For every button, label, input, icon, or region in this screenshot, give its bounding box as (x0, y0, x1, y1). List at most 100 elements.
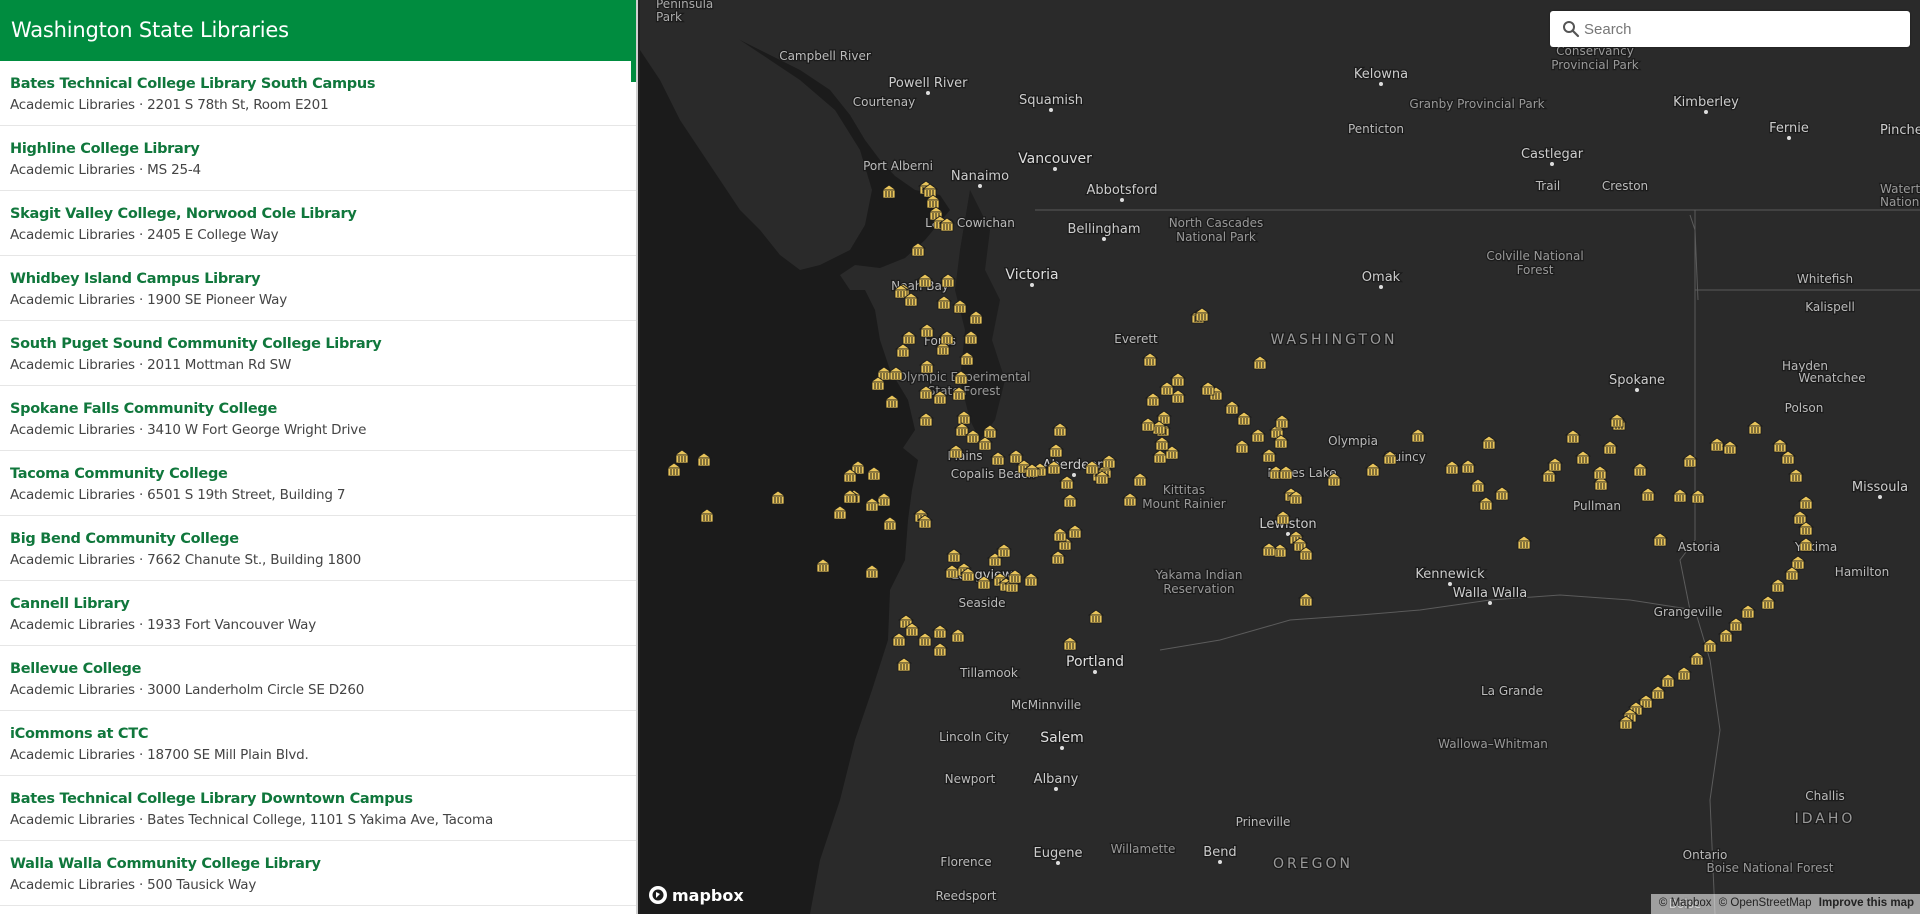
place-label: OREGON (1273, 856, 1353, 872)
place-label: Kimberley (1673, 95, 1739, 110)
place-dot (1120, 198, 1124, 202)
library-marker-icon[interactable] (863, 497, 881, 512)
library-marker-icon[interactable] (880, 184, 898, 199)
listing-item[interactable]: South Puget Sound Community College Libr… (0, 321, 636, 386)
library-marker-icon[interactable] (695, 452, 713, 467)
library-marker-icon[interactable] (875, 492, 893, 507)
place-label: Colville National (1486, 249, 1583, 263)
place-label: Whitefish (1797, 272, 1853, 286)
place-label: Pullman (1573, 499, 1621, 513)
listing-item[interactable]: iCommons at CTC Academic Libraries · 1870… (0, 711, 636, 776)
geocoder-search[interactable] (1550, 11, 1910, 47)
place-dot (1049, 108, 1053, 112)
place-label: Lincoln City (939, 730, 1009, 744)
place-dot (1056, 861, 1060, 865)
place-dot (1379, 82, 1383, 86)
place-dot (1072, 473, 1076, 477)
map-canvas[interactable]: PeninsulaParkCampbell RiverPowell RiverS… (640, 0, 1920, 914)
listing-item[interactable]: Walla Walla Community College Library Aca… (0, 841, 636, 906)
place-dot (1704, 110, 1708, 114)
listing-title-link[interactable]: Cannell Library (10, 594, 636, 614)
attribution-osm[interactable]: © OpenStreetMap (1719, 897, 1812, 909)
place-label: Spokane (1609, 373, 1665, 388)
attribution-mapbox[interactable]: © Mapbox (1659, 897, 1712, 909)
listing-item[interactable]: Bates Technical College Library Downtown… (0, 776, 636, 841)
place-dot (1093, 670, 1097, 674)
place-label: Boise National Forest (1706, 861, 1833, 875)
listing-details: Academic Libraries · 7662 Chanute St., B… (10, 552, 362, 568)
listing-details: Academic Libraries · 6501 S 19th Street,… (10, 487, 346, 503)
place-dot (1218, 860, 1222, 864)
place-label: Albany (1034, 772, 1079, 787)
library-marker-icon[interactable] (673, 449, 691, 464)
listing-item[interactable]: Whidbey Island Campus Library Academic Li… (0, 256, 636, 321)
place-label: National Par (1880, 195, 1920, 209)
listing-title-link[interactable]: Walla Walla Community College Library (10, 854, 636, 874)
listing-title-link[interactable]: Skagit Valley College, Norwood Cole Libr… (10, 204, 636, 224)
listing-title-link[interactable]: iCommons at CTC (10, 724, 636, 744)
listing-details: Academic Libraries · 1933 Fort Vancouver… (10, 617, 317, 633)
place-label: Walla Walla (1453, 586, 1528, 601)
place-label: Park (656, 10, 682, 24)
listing-details: Academic Libraries · 2011 Mottman Rd SW (10, 357, 292, 373)
library-marker-icon[interactable] (863, 564, 881, 579)
place-dot (1635, 388, 1639, 392)
listing-details: Academic Libraries · Bates Technical Col… (10, 812, 494, 828)
listing-title-link[interactable]: Whidbey Island Campus Library (10, 269, 636, 289)
place-label: Victoria (1005, 267, 1058, 283)
library-marker-icon[interactable] (769, 490, 787, 505)
listing-item[interactable]: Tacoma Community College Academic Librari… (0, 451, 636, 516)
improve-map-link[interactable]: Improve this map (1819, 897, 1914, 909)
place-label: Kalispell (1805, 300, 1855, 314)
library-marker-icon[interactable] (831, 505, 849, 520)
place-dot (1054, 787, 1058, 791)
listing-item[interactable]: Big Bend Community College Academic Libra… (0, 516, 636, 581)
mapbox-logo[interactable]: mapbox (648, 884, 744, 906)
listing-details: Academic Libraries · 3410 W Fort George … (10, 422, 367, 438)
library-marker-icon[interactable] (865, 466, 883, 481)
map-attribution: © Mapbox © OpenStreetMap Improve this ma… (1650, 894, 1920, 914)
listing-title-link[interactable]: Spokane Falls Community College (10, 399, 636, 419)
listing-title-link[interactable]: South Puget Sound Community College Libr… (10, 334, 636, 354)
sidebar: Washington State Libraries Bates Technic… (0, 0, 638, 914)
listing-title-link[interactable]: Bellevue College (10, 659, 636, 679)
listing-title-link[interactable]: Bates Technical College Library South Ca… (10, 74, 636, 94)
listing-item[interactable]: Spokane Falls Community College Academic … (0, 386, 636, 451)
library-marker-icon[interactable] (665, 462, 683, 477)
place-label: Bend (1203, 845, 1236, 860)
library-marker-icon[interactable] (814, 558, 832, 573)
listing-title-link[interactable]: Bates Technical College Library Downtown… (10, 789, 636, 809)
land-area (700, 0, 1920, 914)
listings[interactable]: Bates Technical College Library South Ca… (0, 61, 636, 914)
place-label: Trail (1535, 179, 1561, 193)
listing-item[interactable]: Cannell Library Academic Libraries · 1933… (0, 581, 636, 646)
listing-item[interactable]: Skagit Valley College, Norwood Cole Libr… (0, 191, 636, 256)
place-label: Reedsport (935, 889, 996, 903)
place-dot (1550, 162, 1554, 166)
place-label: WASHINGTON (1270, 332, 1397, 348)
library-marker-icon[interactable] (883, 394, 901, 409)
place-label: Penticton (1348, 122, 1404, 136)
listing-item[interactable]: Bates Technical College Library South Ca… (0, 61, 636, 126)
listing-item[interactable]: Highline College Library Academic Librari… (0, 126, 636, 191)
place-label: Kelowna (1354, 67, 1408, 82)
place-label: Newport (945, 772, 996, 786)
listing-details: Academic Libraries · 18700 SE Mill Plain… (10, 747, 309, 763)
search-input[interactable] (1584, 11, 1904, 47)
place-label: Nanaimo (951, 169, 1009, 184)
place-label: Polson (1785, 401, 1824, 415)
place-label: National Park (1176, 230, 1256, 244)
scrollbar-thumb[interactable] (631, 61, 636, 82)
listing-title-link[interactable]: Tacoma Community College (10, 464, 636, 484)
listing-title-link[interactable]: Highline College Library (10, 139, 636, 159)
place-dot (1379, 285, 1383, 289)
map[interactable]: Peninsula Park Campbell River Powell River S… (640, 0, 1920, 914)
place-label: Campbell River (779, 49, 871, 63)
place-label: Wenatchee (1798, 371, 1865, 385)
listing-title-link[interactable]: Big Bend Community College (10, 529, 636, 549)
place-dot (978, 184, 982, 188)
listing-item[interactable]: Bellevue College Academic Libraries · 300… (0, 646, 636, 711)
place-label: Courtenay (853, 95, 915, 109)
library-marker-icon[interactable] (698, 508, 716, 523)
library-marker-icon[interactable] (881, 516, 899, 531)
